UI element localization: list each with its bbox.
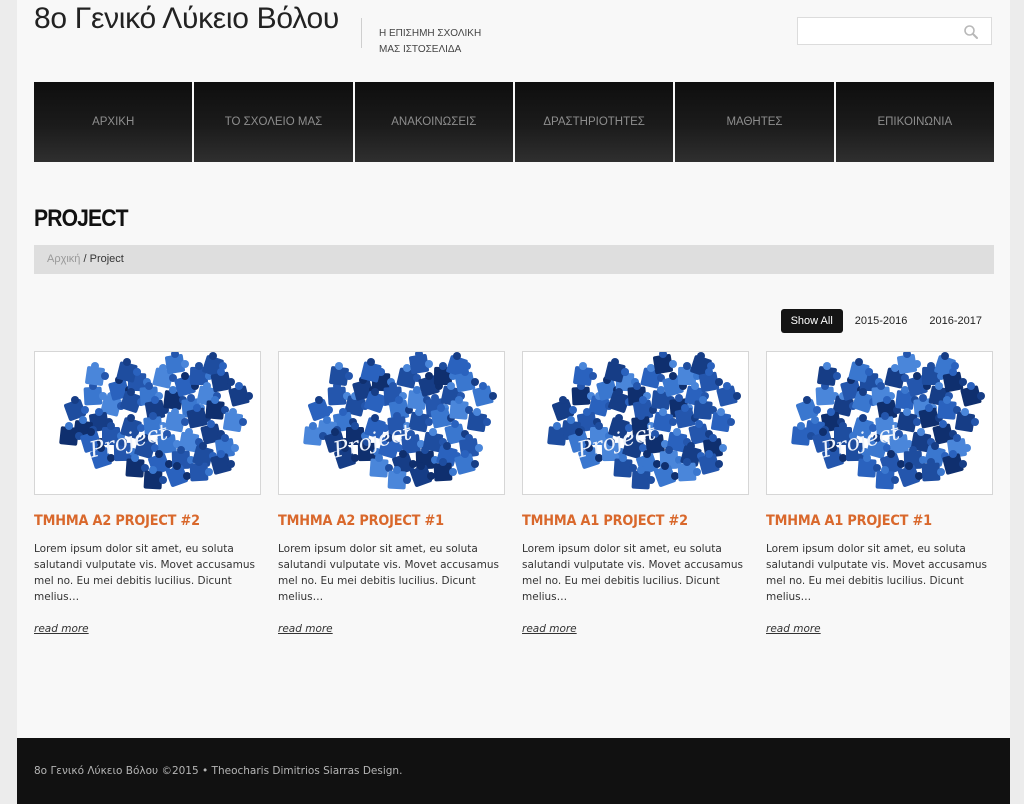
read-more-link[interactable]: read more (766, 623, 821, 635)
breadcrumb-current: Project (89, 253, 124, 265)
project-card: Project ΤΜΗΜΑ Α1 PROJECT #1 Lorem ipsum … (766, 351, 993, 637)
breadcrumb-separator: / (80, 253, 90, 265)
puzzle-image: Project (35, 352, 260, 494)
puzzle-image: Project (523, 352, 748, 494)
site-tagline: Η ΕΠΙΣΗΜΗ ΣΧΟΛΙΚΗ ΜΑΣ ΙΣΤΟΣΕΛΙΔΑ (379, 26, 529, 58)
project-grid: Project ΤΜΗΜΑ Α2 PROJECT #2 Lorem ipsum … (34, 351, 994, 637)
project-thumbnail[interactable]: Project (522, 351, 749, 495)
nav-item-activities[interactable]: ΔΡΑΣΤΗΡΙΟΤΗΤΕΣ (514, 82, 674, 162)
nav-item-home[interactable]: ΑΡΧΙΚΗ (34, 82, 193, 162)
project-thumbnail[interactable]: Project (766, 351, 993, 495)
project-title[interactable]: ΤΜΗΜΑ Α2 PROJECT #1 (278, 513, 487, 529)
project-title[interactable]: ΤΜΗΜΑ Α1 PROJECT #1 (766, 513, 975, 529)
filter-show-all[interactable]: Show All (780, 309, 843, 333)
filter-2015-2016[interactable]: 2015-2016 (845, 309, 918, 333)
read-more-link[interactable]: read more (522, 623, 577, 635)
project-excerpt: Lorem ipsum dolor sit amet, eu soluta sa… (766, 543, 987, 603)
project-title[interactable]: ΤΜΗΜΑ Α2 PROJECT #2 (34, 513, 243, 529)
search-box (797, 17, 992, 45)
nav-item-our-school[interactable]: ΤΟ ΣΧΟΛΕΙΟ ΜΑΣ (194, 82, 353, 162)
footer-copyright: 8ο Γενικό Λύκειο Βόλου ©2015 • Theochari… (34, 765, 403, 777)
project-card: Project ΤΜΗΜΑ Α2 PROJECT #1 Lorem ipsum … (278, 351, 505, 637)
tagline-line-1: Η ΕΠΙΣΗΜΗ ΣΧΟΛΙΚΗ (379, 28, 482, 39)
read-more-link[interactable]: read more (34, 623, 89, 635)
project-thumbnail[interactable]: Project (34, 351, 261, 495)
project-excerpt: Lorem ipsum dolor sit amet, eu soluta sa… (34, 543, 255, 603)
breadcrumb: Αρχική / Project (34, 245, 994, 274)
search-icon[interactable] (963, 24, 979, 40)
nav-item-contact[interactable]: ΕΠΙΚΟΙΝΩΝΙΑ (835, 82, 994, 162)
project-title[interactable]: ΤΜΗΜΑ Α1 PROJECT #2 (522, 513, 731, 529)
nav-item-announcements[interactable]: ΑΝΑΚΟΙΝΩΣΕΙΣ (354, 82, 513, 162)
site-footer: 8ο Γενικό Λύκειο Βόλου ©2015 • Theochari… (17, 738, 1010, 804)
read-more-link[interactable]: read more (278, 623, 333, 635)
filter-2016-2017[interactable]: 2016-2017 (919, 309, 992, 333)
header-divider (361, 18, 362, 48)
nav-item-students[interactable]: ΜΑΘΗΤΕΣ (675, 82, 834, 162)
tagline-line-2: ΜΑΣ ΙΣΤΟΣΕΛΙΔΑ (379, 44, 462, 55)
breadcrumb-home-link[interactable]: Αρχική (47, 253, 80, 265)
project-excerpt: Lorem ipsum dolor sit amet, eu soluta sa… (522, 543, 743, 603)
page-container: 8ο Γενικό Λύκειο Βόλου Η ΕΠΙΣΗΜΗ ΣΧΟΛΙΚΗ… (17, 0, 1010, 804)
project-thumbnail[interactable]: Project (278, 351, 505, 495)
project-excerpt: Lorem ipsum dolor sit amet, eu soluta sa… (278, 543, 499, 603)
project-card: Project ΤΜΗΜΑ Α2 PROJECT #2 Lorem ipsum … (34, 351, 261, 637)
portfolio-filters: Show All 2015-2016 2016-2017 (780, 309, 992, 333)
puzzle-image: Project (279, 352, 504, 494)
site-title[interactable]: 8ο Γενικό Λύκειο Βόλου (34, 2, 339, 36)
puzzle-image: Project (767, 352, 992, 494)
page-title: PROJECT (34, 205, 128, 232)
main-nav: ΑΡΧΙΚΗ ΤΟ ΣΧΟΛΕΙΟ ΜΑΣ ΑΝΑΚΟΙΝΩΣΕΙΣ ΔΡΑΣΤ… (34, 82, 994, 162)
project-card: Project ΤΜΗΜΑ Α1 PROJECT #2 Lorem ipsum … (522, 351, 749, 637)
search-input[interactable] (798, 18, 970, 44)
